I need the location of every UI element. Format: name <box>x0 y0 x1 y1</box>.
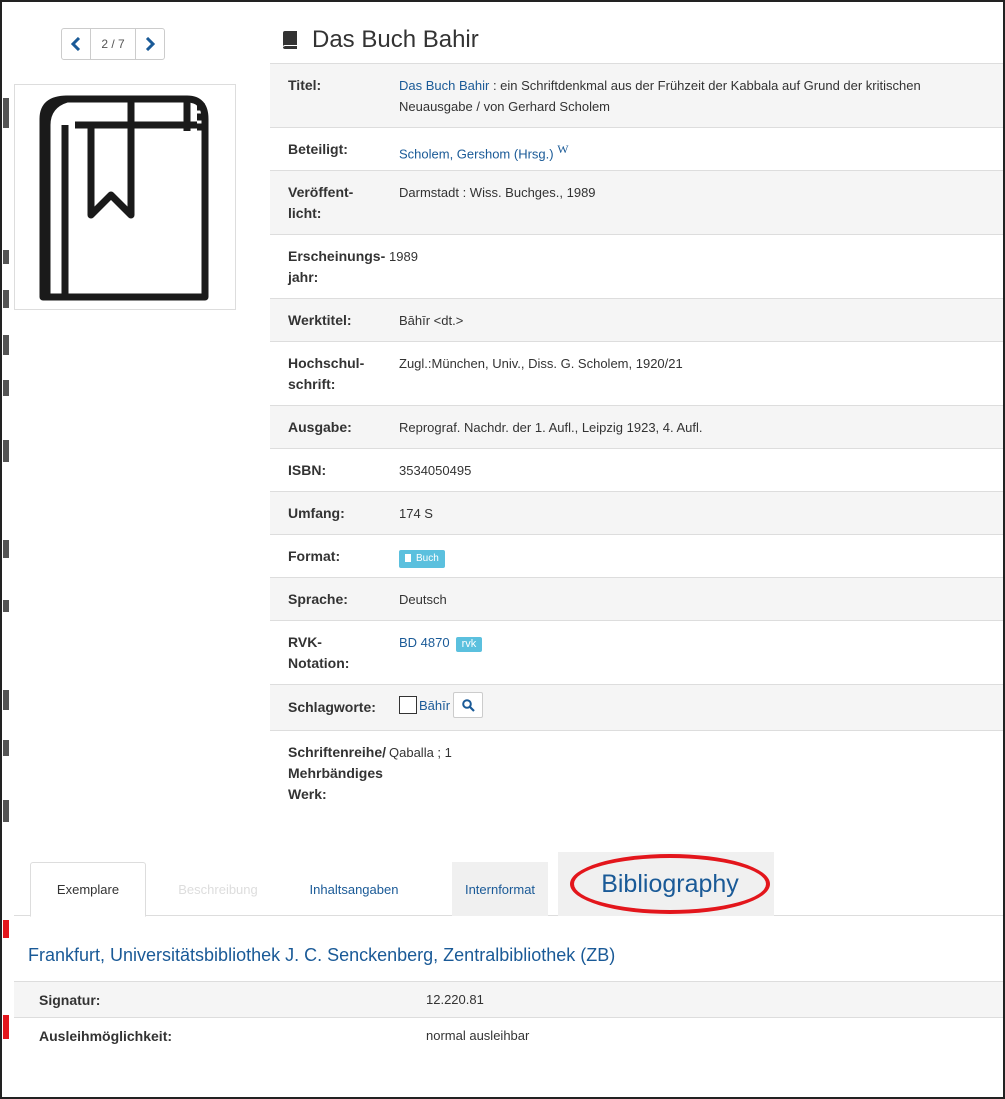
rvk-notation-link[interactable]: BD 4870 <box>399 635 450 650</box>
detail-row-schriftenreihe: Schriftenreihe/ Mehrbändiges Werk: Qabal… <box>270 730 1005 822</box>
detail-label-line: Notation: <box>288 655 350 671</box>
tab-beschreibung[interactable]: Beschreibung <box>158 862 278 916</box>
detail-value: Scholem, Gershom (Hrsg.) W <box>399 128 1005 170</box>
detail-row-format: Format: Buch <box>270 534 1005 577</box>
detail-label: Veröffent- licht: <box>270 171 399 234</box>
holdings-value: 12.220.81 <box>426 992 484 1007</box>
detail-label: Titel: <box>288 77 322 93</box>
record-tabs: Exemplare Beschreibung Inhaltsangaben In… <box>14 852 1005 917</box>
contributor-link[interactable]: Scholem, Gershom (Hrsg.) <box>399 146 554 161</box>
book-icon <box>283 31 297 49</box>
tab-bibliography-label: Bibliography <box>601 869 739 898</box>
detail-row-umfang: Umfang: 174 S <box>270 491 1005 534</box>
detail-label-line: licht: <box>288 205 322 221</box>
detail-label: Erscheinungs- jahr: <box>270 235 399 298</box>
tab-bibliography[interactable]: Bibliography <box>558 852 774 916</box>
highlight-ellipse: Bibliography <box>570 854 770 914</box>
subject-search-button[interactable] <box>453 692 484 718</box>
tab-internformat[interactable]: Internformat <box>452 862 548 916</box>
detail-label-line: RVK- <box>288 634 322 650</box>
subject-link[interactable]: Bāhīr <box>419 698 450 713</box>
detail-value: Deutsch <box>399 592 447 607</box>
detail-row-schlagworte: Schlagworte: Bāhīr <box>270 684 1005 730</box>
tab-inhaltsangaben[interactable]: Inhaltsangaben <box>284 862 424 916</box>
detail-label: Schlagworte: <box>288 699 376 715</box>
subject-checkbox[interactable] <box>399 696 417 714</box>
chevron-right-icon <box>145 37 155 51</box>
detail-label-line: Veröffent- <box>288 184 354 200</box>
previous-record-button[interactable] <box>61 28 91 60</box>
wikipedia-link[interactable]: W <box>557 142 568 156</box>
detail-value: 3534050495 <box>399 463 472 478</box>
format-badge-label: Buch <box>416 553 439 564</box>
rvk-badge[interactable]: rvk <box>455 637 483 652</box>
holdings-row-signatur: Signatur: 12.220.81 <box>14 981 1005 1017</box>
detail-label: Ausgabe: <box>288 419 352 435</box>
details-table: Titel: Das Buch Bahir : ein Schriftdenkm… <box>270 63 1005 822</box>
detail-value: Zugl.:München, Univ., Diss. G. Scholem, … <box>399 356 683 371</box>
detail-value: 174 S <box>399 506 433 521</box>
detail-value: BD 4870 rvk <box>399 621 1005 684</box>
detail-row-werktitel: Werktitel: Bāhīr <dt.> <box>270 298 1005 341</box>
record-title: Das Buch Bahir <box>282 22 479 58</box>
detail-value: 1989 <box>389 249 418 264</box>
detail-label: Hochschul- schrift: <box>270 342 399 405</box>
detail-row-hochschulschrift: Hochschul- schrift: Zugl.:München, Univ.… <box>270 341 1005 405</box>
detail-value: Das Buch Bahir : ein Schriftdenkmal aus … <box>399 64 1005 127</box>
chevron-left-icon <box>71 37 81 51</box>
detail-label: Schriftenreihe/ Mehrbändiges Werk: <box>270 731 399 822</box>
detail-label: Werktitel: <box>288 312 352 328</box>
record-title-text: Das Buch Bahir <box>312 26 479 53</box>
next-record-button[interactable] <box>135 28 165 60</box>
tab-exemplare[interactable]: Exemplare <box>30 862 146 917</box>
detail-label-line: schrift: <box>288 376 336 392</box>
detail-value: Bāhīr <box>399 685 1005 730</box>
detail-label: Umfang: <box>288 505 345 521</box>
search-icon <box>461 699 475 712</box>
detail-row-rvk: RVK- Notation: BD 4870 rvk <box>270 620 1005 684</box>
detail-row-titel: Titel: Das Buch Bahir : ein Schriftdenkm… <box>270 63 1005 127</box>
detail-row-veroeffentlicht: Veröffent- licht: Darmstadt : Wiss. Buch… <box>270 170 1005 234</box>
detail-value: Darmstadt : Wiss. Buchges., 1989 <box>399 185 596 200</box>
detail-label-line: Hochschul- <box>288 355 365 371</box>
holdings-value: normal ausleihbar <box>426 1028 530 1043</box>
detail-label: Beteiligt: <box>288 141 348 157</box>
detail-label: Sprache: <box>288 591 348 607</box>
detail-row-beteiligt: Beteiligt: Scholem, Gershom (Hrsg.) W <box>270 127 1005 170</box>
detail-row-sprache: Sprache: Deutsch <box>270 577 1005 620</box>
detail-label-line: Schriftenreihe/ <box>288 744 387 760</box>
detail-row-isbn: ISBN: 3534050495 <box>270 448 1005 491</box>
detail-label: RVK- Notation: <box>270 621 399 684</box>
title-link[interactable]: Das Buch Bahir <box>399 78 489 93</box>
detail-row-ausgabe: Ausgabe: Reprograf. Nachdr. der 1. Aufl.… <box>270 405 1005 448</box>
library-name-link[interactable]: Frankfurt, Universitätsbibliothek J. C. … <box>28 945 615 966</box>
detail-label-line: jahr: <box>288 269 319 285</box>
record-counter: 2 / 7 <box>91 28 135 60</box>
detail-label-line: Werk: <box>288 786 327 802</box>
holdings-table: Signatur: 12.220.81 Ausleihmöglichkeit: … <box>14 981 1005 1053</box>
detail-value: Bāhīr <dt.> <box>399 313 464 328</box>
detail-label: Format: <box>288 548 341 564</box>
detail-label-line: Mehrbändiges <box>288 765 383 781</box>
record-pager: 2 / 7 <box>61 28 165 60</box>
detail-value: Reprograf. Nachdr. der 1. Aufl., Leipzig… <box>399 420 703 435</box>
cover-image <box>14 84 236 310</box>
holdings-label: Ausleihmöglichkeit: <box>39 1027 173 1044</box>
book-format-icon <box>405 554 411 562</box>
holdings-label: Signatur: <box>39 991 101 1008</box>
detail-value: Qaballa ; 1 <box>389 745 452 760</box>
detail-label-line: Erscheinungs- <box>288 248 386 264</box>
book-cover-icon <box>39 95 209 301</box>
format-badge: Buch <box>399 550 445 568</box>
detail-row-erscheinungsjahr: Erscheinungs- jahr: 1989 <box>270 234 1005 298</box>
background-document-strip <box>0 0 14 1099</box>
detail-label: ISBN: <box>288 462 327 478</box>
holdings-row-ausleihmoeglichkeit: Ausleihmöglichkeit: normal ausleihbar <box>14 1017 1005 1053</box>
detail-value: Buch <box>399 535 1005 577</box>
